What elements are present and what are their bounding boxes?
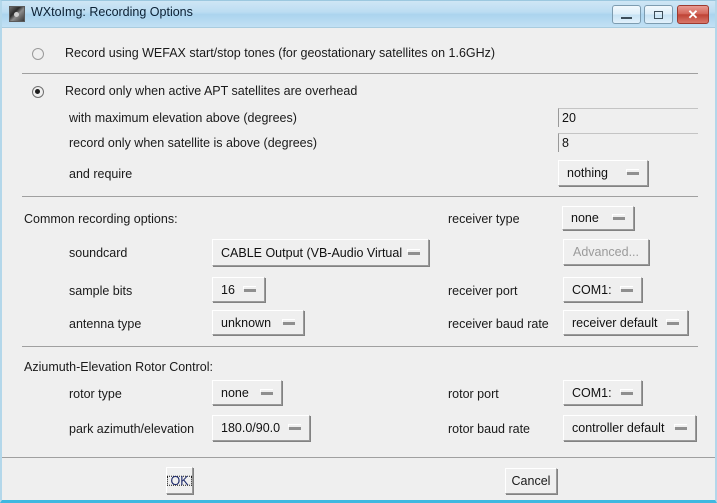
soundcard-label: soundcard: [69, 246, 128, 260]
app-icon: [9, 6, 25, 22]
chevron-down-icon: [620, 285, 633, 293]
receiver-type-dropdown[interactable]: none: [562, 206, 634, 230]
cancel-button-label: Cancel: [511, 474, 551, 488]
max-elevation-label: with maximum elevation above (degrees): [69, 111, 297, 125]
antenna-type-dropdown[interactable]: unknown: [212, 310, 304, 335]
antenna-type-value: unknown: [221, 315, 272, 330]
rotor-heading: Aziumuth-Elevation Rotor Control:: [24, 360, 213, 374]
receiver-baud-dropdown[interactable]: receiver default: [563, 310, 688, 335]
require-dropdown[interactable]: nothing: [558, 160, 648, 186]
title-bar: WXtoImg: Recording Options ✕: [2, 1, 715, 28]
rotor-type-dropdown[interactable]: none: [212, 380, 282, 405]
rotor-baud-label: rotor baud rate: [448, 422, 530, 436]
rotor-port-label: rotor port: [448, 387, 499, 401]
chevron-down-icon: [666, 318, 679, 326]
rotor-port-value: COM1:: [572, 385, 612, 400]
antenna-type-label: antenna type: [69, 317, 142, 331]
park-azimuth-dropdown[interactable]: 180.0/90.0: [212, 415, 310, 441]
rotor-type-label: rotor type: [69, 387, 122, 401]
ok-button[interactable]: OK: [166, 467, 193, 494]
radio-apt-label: Record only when active APT satellites a…: [65, 84, 358, 98]
chevron-down-icon: [288, 424, 301, 431]
advanced-button[interactable]: Advanced...: [563, 239, 649, 265]
separator-1: [22, 73, 698, 74]
maximize-button[interactable]: [644, 5, 673, 24]
minimize-button[interactable]: [612, 5, 641, 24]
radio-wefax[interactable]: [32, 48, 44, 60]
cancel-button[interactable]: Cancel: [505, 468, 557, 494]
receiver-baud-label: receiver baud rate: [448, 317, 549, 331]
radio-apt[interactable]: [32, 86, 44, 98]
separator-4: [2, 457, 715, 458]
max-elevation-input[interactable]: 20: [558, 108, 698, 127]
chevron-down-icon: [243, 285, 256, 293]
receiver-port-dropdown[interactable]: COM1:: [563, 277, 642, 302]
require-label: and require: [69, 167, 133, 181]
rotor-type-value: none: [221, 385, 249, 400]
park-azimuth-value: 180.0/90.0: [221, 421, 281, 435]
separator-3: [22, 346, 698, 347]
sample-bits-label: sample bits: [69, 284, 133, 298]
receiver-port-value: COM1:: [572, 282, 612, 297]
rotor-port-dropdown[interactable]: COM1:: [563, 380, 642, 405]
receiver-type-label: receiver type: [448, 212, 520, 226]
soundcard-value: CABLE Output (VB-Audio Virtual: [221, 245, 403, 260]
soundcard-dropdown[interactable]: CABLE Output (VB-Audio Virtual: [212, 239, 429, 266]
window-title: WXtoImg: Recording Options: [31, 5, 193, 19]
recording-options-window: WXtoImg: Recording Options ✕ Record usin…: [0, 0, 717, 503]
chevron-down-icon: [260, 388, 273, 396]
chevron-down-icon: [282, 318, 295, 326]
separator-2: [22, 196, 698, 197]
ok-button-label: OK: [170, 473, 189, 488]
close-icon: ✕: [687, 7, 699, 22]
chevron-down-icon: [612, 214, 625, 221]
chevron-down-icon: [674, 424, 687, 431]
rotor-baud-dropdown[interactable]: controller default: [563, 415, 696, 441]
common-heading: Common recording options:: [24, 212, 178, 226]
dialog-body: Record using WEFAX start/stop tones (for…: [2, 28, 715, 500]
receiver-type-value: none: [571, 211, 599, 225]
close-button[interactable]: ✕: [677, 5, 709, 24]
chevron-down-icon: [407, 248, 420, 256]
require-value: nothing: [567, 166, 609, 180]
radio-wefax-label: Record using WEFAX start/stop tones (for…: [65, 46, 496, 60]
receiver-port-label: receiver port: [448, 284, 518, 298]
rotor-baud-value: controller default: [572, 421, 665, 435]
sample-bits-dropdown[interactable]: 16: [212, 277, 265, 302]
sample-bits-value: 16: [221, 282, 235, 297]
park-azimuth-label: park azimuth/elevation: [69, 422, 195, 436]
advanced-button-label: Advanced...: [572, 245, 639, 259]
chevron-down-icon: [620, 388, 633, 396]
receiver-baud-value: receiver default: [572, 315, 658, 330]
min-elevation-input[interactable]: 8: [558, 133, 698, 152]
min-elevation-label: record only when satellite is above (deg…: [69, 136, 318, 150]
chevron-down-icon: [626, 169, 639, 176]
